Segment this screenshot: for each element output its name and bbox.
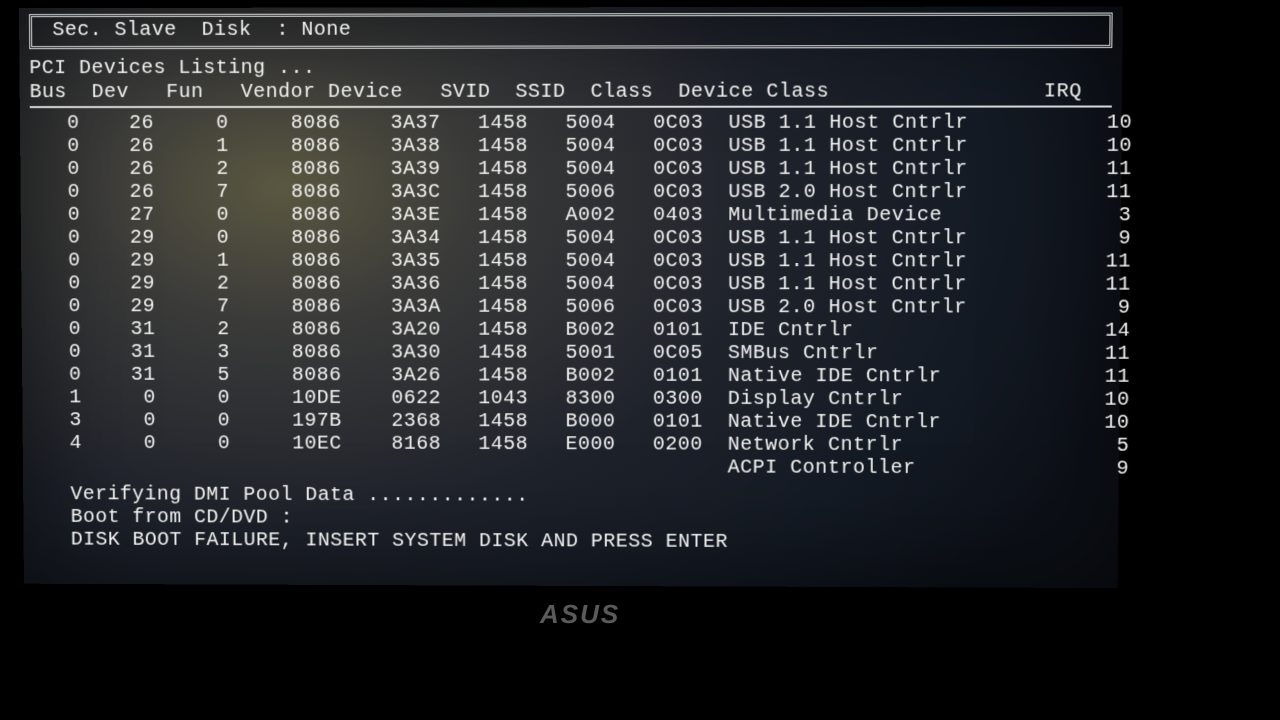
pci-table-row: 4 0 0 10EC 8168 1458 E000 0200 Network C… [33, 432, 1109, 458]
pci-table-row: 0 27 0 8086 3A3E 1458 A002 0403 Multimed… [31, 204, 1111, 228]
pci-table-row: 3 0 0 197B 2368 1458 B000 0101 Native ID… [32, 409, 1109, 435]
pci-table-row: 0 26 7 8086 3A3C 1458 5006 0C03 USB 2.0 … [30, 181, 1111, 204]
secondary-slave-line: Sec. Slave Disk : None [40, 18, 1102, 42]
pci-table-row: 0 29 2 8086 3A36 1458 5004 0C03 USB 1.1 … [31, 272, 1110, 296]
bios-screen: Sec. Slave Disk : None PCI Devices Listi… [19, 6, 1123, 588]
drive-info-box: Sec. Slave Disk : None [29, 13, 1113, 50]
pci-table-row: 0 29 1 8086 3A35 1458 5004 0C03 USB 1.1 … [31, 250, 1111, 274]
pci-table-row: 0 26 2 8086 3A39 1458 5004 0C03 USB 1.1 … [30, 158, 1111, 181]
pci-table-row: 1 0 0 10DE 0622 1043 8300 0300 Display C… [32, 386, 1109, 411]
pci-table-body: 0 26 0 8086 3A37 1458 5004 0C03 USB 1.1 … [30, 112, 1112, 481]
boot-failure-message: DISK BOOT FAILURE, INSERT SYSTEM DISK AN… [71, 529, 1108, 556]
pci-table-row: ACPI Controller 9 [33, 455, 1109, 481]
pci-listing-title: PCI Devices Listing ... [29, 56, 1112, 80]
pci-table-header: Bus Dev Fun Vendor Device SVID SSID Clas… [30, 80, 1113, 108]
pci-table-row: 0 29 7 8086 3A3A 1458 5006 0C03 USB 2.0 … [31, 295, 1110, 319]
pci-table-row: 0 31 2 8086 3A20 1458 B002 0101 IDE Cntr… [32, 318, 1110, 343]
boot-messages: Verifying DMI Pool Data .............Boo… [33, 483, 1109, 555]
pci-table-row: 0 26 1 8086 3A38 1458 5004 0C03 USB 1.1 … [30, 135, 1112, 158]
pci-table-row: 0 31 5 8086 3A26 1458 B002 0101 Native I… [32, 364, 1110, 389]
pci-table-row: 0 26 0 8086 3A37 1458 5004 0C03 USB 1.1 … [30, 112, 1112, 135]
pci-table-row: 0 29 0 8086 3A34 1458 5004 0C03 USB 1.1 … [31, 227, 1111, 251]
boot-message: Verifying DMI Pool Data ............. [70, 483, 1108, 509]
monitor-brand-logo: ASUS [540, 600, 620, 630]
pci-table-row: 0 31 3 8086 3A30 1458 5001 0C05 SMBus Cn… [32, 341, 1110, 366]
